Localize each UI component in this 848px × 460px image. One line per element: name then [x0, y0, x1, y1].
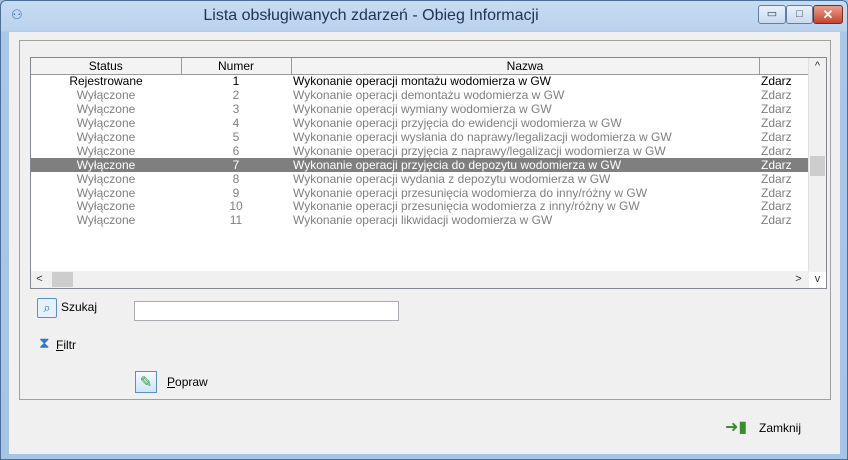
cell-typ: Zdarz [761, 172, 792, 186]
pencil-edit-icon: ✎ [135, 371, 157, 393]
filter-label: Filtr [56, 338, 77, 352]
cell-typ: Zdarz [761, 74, 792, 89]
table-row[interactable]: Wyłączone 6 Wykonanie operacji przyjęcia z… [31, 144, 811, 158]
scroll-left-arrow-icon[interactable]: < [31, 271, 48, 288]
vertical-scroll-thumb[interactable] [810, 156, 825, 176]
column-header-numer[interactable]: Numer [181, 58, 292, 75]
cell-numer: 5 [232, 130, 240, 144]
search-label: Szukaj [61, 300, 98, 314]
cell-typ: Zdarz [761, 144, 792, 158]
search-input[interactable] [134, 301, 399, 321]
table-row[interactable]: Wyłączone 5 Wykonanie operacji wysłania do… [31, 131, 811, 145]
cell-typ: Zdarz [761, 88, 792, 103]
cell-numer: 10 [229, 200, 243, 214]
column-header-nazwa[interactable]: Nazwa [291, 58, 760, 75]
edit-label: Popraw [167, 375, 208, 389]
close-window-button[interactable]: ✕ [813, 5, 843, 24]
table-row[interactable]: Wyłączone 10 Wykonanie operacji przesunięc… [31, 200, 811, 214]
table-row[interactable]: Rejestrowane 1 Wykonanie operacji montażu … [31, 75, 811, 89]
hourglass-icon: ⧗ [39, 335, 50, 352]
cell-typ: Zdarz [761, 102, 792, 117]
cell-status: Wyłączone [76, 130, 136, 144]
cell-status: Wyłączone [31, 158, 181, 173]
cell-status: Wyłączone [76, 172, 136, 186]
cell-numer: 2 [232, 88, 240, 103]
cell-status: Wyłączone [76, 88, 136, 103]
magnifier-icon: ⌕ [37, 298, 57, 318]
cell-numer: 8 [232, 172, 240, 186]
cell-typ: Zdarz [761, 213, 792, 228]
scroll-up-arrow-icon[interactable]: ^ [809, 58, 826, 75]
cell-nazwa: Wykonanie operacji przesunięcia wodomier… [293, 200, 640, 214]
table-row[interactable]: Wyłączone 9 Wykonanie operacji przesunięci… [31, 186, 811, 200]
table-row[interactable]: Wyłączone 7 Wykonanie operacji przyjęcia d… [31, 158, 811, 173]
table-row[interactable]: Wyłączone 3 Wykonanie operacji wymiany wod… [31, 103, 811, 117]
cell-typ: Zdarz [761, 200, 792, 214]
client-area: Status Numer Nazwa Rejestrowane 1 Wykonani… [9, 32, 840, 454]
cell-nazwa: Wykonanie operacji przesunięcia wodomier… [293, 186, 648, 200]
scroll-down-arrow-icon[interactable]: v [809, 271, 826, 288]
cell-numer: 11 [229, 213, 243, 228]
cell-numer: 9 [232, 186, 240, 200]
cell-status: Wyłączone [76, 200, 136, 214]
cell-numer: 3 [232, 102, 240, 117]
table-row[interactable]: Wyłączone 8 Wykonanie operacji wydania z d… [31, 172, 811, 186]
maximize-button[interactable]: □ [786, 5, 813, 24]
cell-numer: 7 [181, 158, 291, 173]
vertical-scrollbar[interactable]: ^ [808, 58, 826, 272]
window-title: Lista obsługiwanych zdarzeń - Obieg Info… [203, 7, 539, 24]
cell-typ: Zdarz [759, 158, 811, 173]
cell-status: Wyłączone [76, 186, 136, 200]
header-row: Status Numer Nazwa [31, 58, 812, 75]
cell-status: Wyłączone [76, 213, 136, 228]
cell-nazwa: Wykonanie operacji przyjęcia z naprawy/l… [293, 144, 666, 158]
main-window: ⚇ Lista obsługiwanych zdarzeń - Obieg In… [0, 0, 848, 460]
scroll-right-arrow-icon[interactable]: > [790, 271, 807, 288]
cell-status: Wyłączone [76, 102, 136, 117]
cell-status: Rejestrowane [69, 74, 143, 89]
cell-numer: 6 [232, 144, 240, 158]
column-header-status[interactable]: Status [31, 58, 182, 75]
cell-nazwa: Wykonanie operacji wymiany wodomierza w … [293, 102, 552, 117]
table-row[interactable]: Wyłączone 11 Wykonanie operacji likwidacji… [31, 214, 811, 228]
cell-nazwa: Wykonanie operacji montażu wodomierza w … [293, 74, 551, 89]
horizontal-scrollbar[interactable]: < > [31, 271, 809, 288]
cell-nazwa: Wykonanie operacji likwidacji wodomierza… [293, 213, 553, 228]
minimize-button[interactable]: ▭ [758, 5, 786, 24]
table-row[interactable]: Wyłączone 2 Wykonanie operacji demontażu w… [31, 89, 811, 103]
table-row[interactable]: Wyłączone 4 Wykonanie operacji przyjęcia d… [31, 117, 811, 131]
cell-numer: 1 [232, 74, 240, 89]
cell-typ: Zdarz [761, 130, 792, 144]
cell-nazwa: Wykonanie operacji wysłania do naprawy/l… [293, 130, 672, 144]
cell-status: Wyłączone [76, 144, 136, 158]
column-header-typ[interactable] [759, 58, 812, 75]
cell-nazwa: Wykonanie operacji wydania z depozytu wo… [293, 172, 611, 186]
cell-typ: Zdarz [761, 116, 792, 131]
events-grid[interactable]: Status Numer Nazwa Rejestrowane 1 Wykonani… [30, 57, 827, 289]
cell-status: Wyłączone [76, 116, 136, 131]
horizontal-scroll-thumb[interactable] [52, 272, 73, 287]
title-bar[interactable]: ⚇ Lista obsługiwanych zdarzeń - Obieg In… [1, 1, 847, 31]
exit-door-icon: ➜▮ [725, 419, 748, 436]
events-table: Status Numer Nazwa Rejestrowane 1 Wykonani… [31, 58, 812, 228]
cell-nazwa: Wykonanie operacji przyjęcia do ewidencj… [293, 116, 622, 131]
cell-nazwa: Wykonanie operacji przyjęcia do depozytu… [291, 158, 759, 173]
cell-numer: 4 [232, 116, 240, 131]
cell-typ: Zdarz [761, 186, 792, 200]
close-label: Zamknij [759, 421, 802, 435]
cell-nazwa: Wykonanie operacji demontażu wodomierza … [293, 88, 565, 103]
